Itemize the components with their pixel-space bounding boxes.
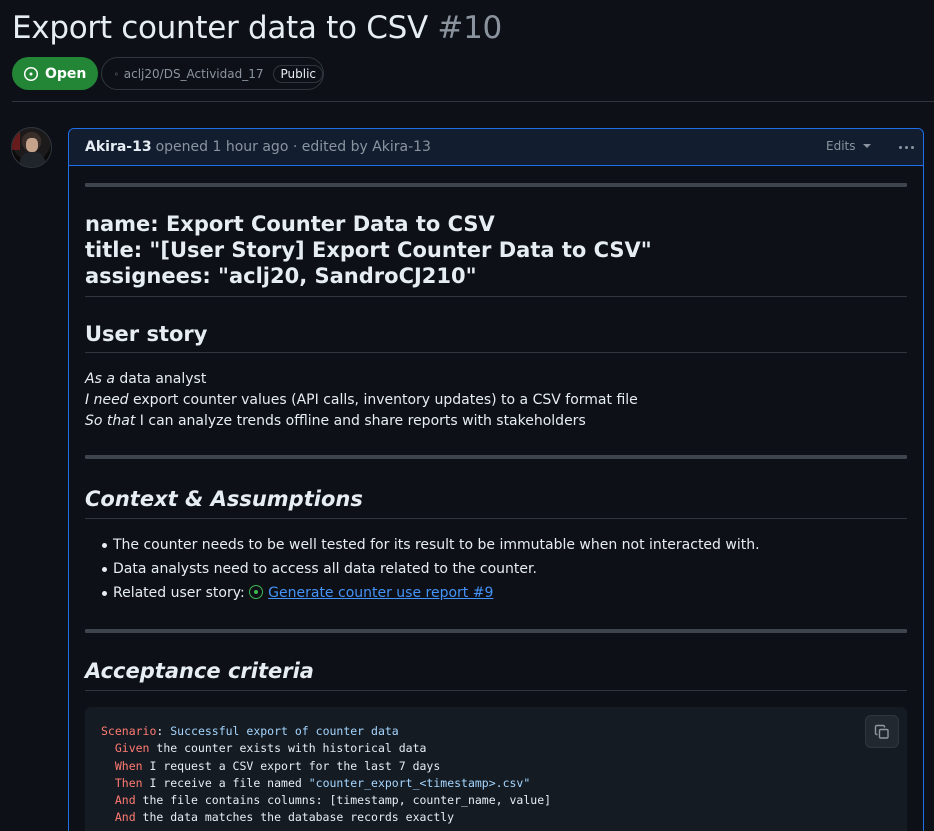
acceptance-heading: Acceptance criteria [85, 659, 314, 683]
user-story-text: As a data analyst I need export counter … [85, 369, 907, 432]
divider [85, 518, 907, 519]
context-list: The counter needs to be well tested for … [85, 533, 907, 605]
code-line: And the data matches the database record… [101, 810, 455, 825]
related-issue-link[interactable]: Generate counter use report #9 [268, 585, 493, 601]
more-options-icon[interactable] [896, 137, 916, 157]
issue-state-badge: Open [12, 57, 99, 90]
section-rule [85, 455, 907, 459]
user-story-line: I need export counter values (API calls,… [85, 392, 638, 408]
list-item: Related user story: Generate counter use… [85, 581, 907, 605]
section-rule [85, 629, 907, 633]
issue-title-text: Export counter data to CSV [12, 10, 428, 46]
issue-state-label: Open [45, 65, 87, 82]
user-story-line: As a data analyst [85, 371, 207, 387]
avatar[interactable] [11, 127, 52, 168]
code-block: Scenario: Successful export of counter d… [85, 707, 907, 831]
code-line: When I request a CSV export for the last… [101, 758, 441, 773]
context-heading: Context & Assumptions [85, 487, 363, 511]
comment-body: name: Export Counter Data to CSV title: … [85, 183, 907, 831]
edits-label[interactable]: Edits [826, 139, 856, 153]
divider [85, 296, 907, 297]
divider [85, 352, 907, 353]
avatar-figure-face [26, 138, 38, 152]
front-matter-name: name: Export Counter Data to CSV [85, 212, 495, 236]
code-line: Scenario: Successful export of counter d… [101, 724, 399, 738]
front-matter-block: name: Export Counter Data to CSV title: … [85, 211, 907, 289]
copy-button[interactable] [865, 715, 899, 748]
repo-icon [115, 72, 118, 75]
avatar-figure-body [20, 152, 45, 167]
code-line: Then I receive a file named "counter_exp… [101, 775, 531, 790]
code-line: And the file contains columns: [timestam… [101, 793, 552, 808]
edits-dropdown[interactable]: Edits [826, 139, 871, 153]
list-item: The counter needs to be well tested for … [85, 533, 907, 557]
list-item: Data analysts need to access all data re… [85, 557, 907, 581]
chevron-down-icon [862, 144, 871, 148]
visibility-badge: Public [273, 64, 323, 83]
avatar-background-detail [12, 130, 20, 150]
user-story-line: So that I can analyze trends offline and… [85, 413, 586, 429]
related-label: Related user story: [113, 585, 250, 601]
code-line: Given the counter exists with historical… [101, 741, 427, 756]
comment-meta: opened 1 hour ago · edited by Akira-13 [155, 139, 431, 155]
front-matter-rule [85, 183, 907, 187]
issue-title: Export counter data to CSV #10 [12, 10, 502, 46]
user-story-heading: User story [85, 322, 208, 346]
comment-header: Akira-13 opened 1 hour ago · edited by A… [69, 129, 923, 166]
front-matter-assignees: assignees: "aclj20, SandroCJ210" [85, 264, 477, 288]
issue-comment: Akira-13 opened 1 hour ago · edited by A… [68, 128, 924, 831]
issue-opened-icon [249, 585, 264, 599]
front-matter-title: title: "[User Story] Export Counter Data… [85, 238, 652, 262]
copy-icon [874, 724, 889, 739]
issue-opened-icon [23, 66, 39, 81]
comment-author[interactable]: Akira-13 [85, 139, 152, 155]
header-divider [12, 101, 934, 102]
repo-name[interactable]: aclj20/DS_Actividad_17 [124, 67, 264, 81]
divider [85, 690, 907, 691]
repo-pill[interactable]: aclj20/DS_Actividad_17 Public [101, 57, 324, 90]
issue-number: #10 [437, 10, 502, 46]
